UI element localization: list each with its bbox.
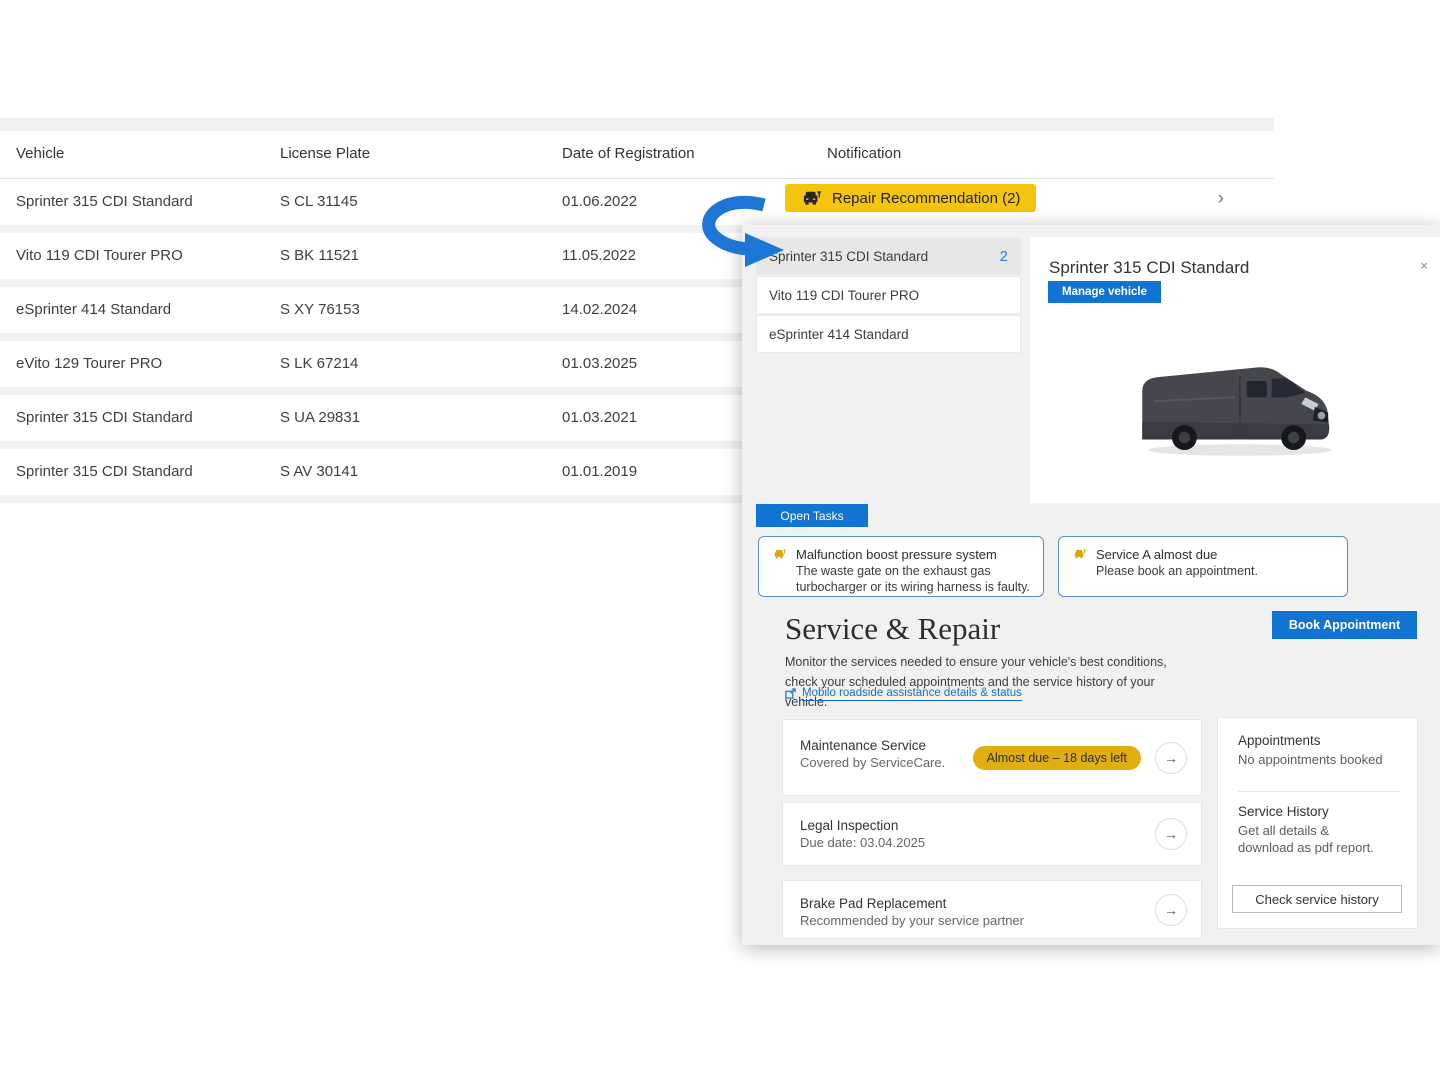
- cell-date: 01.03.2025: [562, 355, 637, 372]
- check-service-history-button[interactable]: Check service history: [1232, 885, 1402, 913]
- service-item-title: Maintenance Service: [800, 738, 926, 753]
- cell-plate: S LK 67214: [280, 355, 358, 372]
- appointments-history-card: Appointments No appointments booked Serv…: [1218, 718, 1417, 928]
- cell-plate: S BK 11521: [280, 247, 359, 264]
- service-item-title: Brake Pad Replacement: [800, 896, 946, 911]
- external-link-icon: [785, 688, 796, 700]
- cell-vehicle: Sprinter 315 CDI Standard: [16, 409, 193, 426]
- mobilo-assistance-link-label: Mobilo roadside assistance details & sta…: [802, 687, 1022, 701]
- service-repair-description: Monitor the services needed to ensure yo…: [785, 652, 1170, 712]
- table-top-strip: [0, 118, 1274, 131]
- cell-vehicle: Sprinter 315 CDI Standard: [16, 463, 193, 480]
- vehicle-detail-popup: Sprinter 315 CDI Standard 2 Vito 119 CDI…: [742, 225, 1440, 945]
- cell-date: 11.05.2022: [562, 247, 636, 264]
- mobilo-assistance-link[interactable]: Mobilo roadside assistance details & sta…: [785, 687, 1022, 701]
- task-car-icon: [1073, 548, 1087, 560]
- task-body: Please book an appointment.: [1096, 564, 1335, 580]
- col-header-vehicle: Vehicle: [16, 145, 64, 162]
- repair-recommendation-button[interactable]: Repair Recommendation (2): [785, 184, 1036, 212]
- cell-plate: S CL 31145: [280, 193, 358, 210]
- popup-vehicle-list: Sprinter 315 CDI Standard 2 Vito 119 CDI…: [757, 238, 1020, 355]
- col-header-notification: Notification: [827, 145, 901, 162]
- cell-vehicle: eVito 129 Tourer PRO: [16, 355, 162, 372]
- col-header-date: Date of Registration: [562, 145, 695, 162]
- manage-vehicle-button[interactable]: Manage vehicle: [1048, 281, 1161, 303]
- cell-plate: S AV 30141: [280, 463, 358, 480]
- cell-date: 01.03.2021: [562, 409, 637, 426]
- vehicle-list-item[interactable]: Sprinter 315 CDI Standard 2: [757, 238, 1020, 274]
- close-icon[interactable]: ×: [1420, 259, 1428, 272]
- repair-recommendation-label: Repair Recommendation (2): [832, 190, 1020, 207]
- col-header-license-plate: License Plate: [280, 145, 370, 162]
- table-header-row: Vehicle License Plate Date of Registrati…: [0, 131, 1274, 179]
- service-history-subtitle: Get all details & download as pdf report…: [1238, 822, 1388, 857]
- fleet-management-screen: Vehicle License Plate Date of Registrati…: [0, 0, 1440, 1080]
- service-item-card[interactable]: Legal Inspection Due date: 03.04.2025 →: [783, 803, 1201, 865]
- cell-date: 01.01.2019: [562, 463, 637, 480]
- car-service-icon: [801, 189, 823, 207]
- task-title: Service A almost due: [1096, 547, 1217, 562]
- service-item-subtitle: Due date: 03.04.2025: [800, 835, 925, 850]
- task-title: Malfunction boost pressure system: [796, 547, 997, 562]
- cell-date: 01.06.2022: [562, 193, 637, 210]
- arrow-right-button[interactable]: →: [1155, 894, 1187, 926]
- task-card[interactable]: Service A almost due Please book an appo…: [1058, 536, 1348, 597]
- almost-due-badge: Almost due – 18 days left: [973, 746, 1141, 770]
- vehicle-list-label: Sprinter 315 CDI Standard: [769, 249, 928, 264]
- appointments-subtitle: No appointments booked: [1238, 751, 1399, 769]
- cell-vehicle: eSprinter 414 Standard: [16, 301, 171, 318]
- book-appointment-button[interactable]: Book Appointment: [1272, 611, 1417, 639]
- open-tasks-count-badge: 2: [1000, 248, 1008, 265]
- service-repair-heading: Service & Repair: [785, 611, 1000, 647]
- row-chevron-icon[interactable]: ›: [1218, 188, 1224, 210]
- vehicle-list-label: Vito 119 CDI Tourer PRO: [769, 288, 919, 303]
- service-item-title: Legal Inspection: [800, 818, 898, 833]
- vehicle-list-item[interactable]: eSprinter 414 Standard: [757, 316, 1020, 352]
- van-image: [1125, 345, 1355, 470]
- cell-plate: S XY 76153: [280, 301, 360, 318]
- arrow-right-button[interactable]: →: [1155, 742, 1187, 774]
- cell-plate: S UA 29831: [280, 409, 360, 426]
- task-car-icon: [773, 548, 787, 560]
- service-item-subtitle: Covered by ServiceCare.: [800, 755, 945, 770]
- vehicle-detail-title: Sprinter 315 CDI Standard: [1049, 258, 1249, 278]
- service-item-card[interactable]: Maintenance Service Covered by ServiceCa…: [783, 720, 1201, 795]
- vehicle-list-item[interactable]: Vito 119 CDI Tourer PRO: [757, 277, 1020, 313]
- cell-vehicle: Vito 119 CDI Tourer PRO: [16, 247, 183, 264]
- cell-vehicle: Sprinter 315 CDI Standard: [16, 193, 193, 210]
- cell-date: 14.02.2024: [562, 301, 637, 318]
- vehicle-list-label: eSprinter 414 Standard: [769, 327, 909, 342]
- task-body: The waste gate on the exhaust gas turboc…: [796, 564, 1031, 595]
- vehicle-detail-card: Sprinter 315 CDI Standard × Manage vehic…: [1030, 237, 1440, 503]
- arrow-right-button[interactable]: →: [1155, 818, 1187, 850]
- service-history-title: Service History: [1238, 804, 1399, 819]
- open-tasks-tab[interactable]: Open Tasks: [756, 504, 868, 527]
- service-item-card[interactable]: Brake Pad Replacement Recommended by you…: [783, 881, 1201, 938]
- service-item-subtitle: Recommended by your service partner: [800, 913, 1024, 928]
- appointments-title: Appointments: [1238, 733, 1399, 748]
- task-card[interactable]: Malfunction boost pressure system The wa…: [758, 536, 1044, 597]
